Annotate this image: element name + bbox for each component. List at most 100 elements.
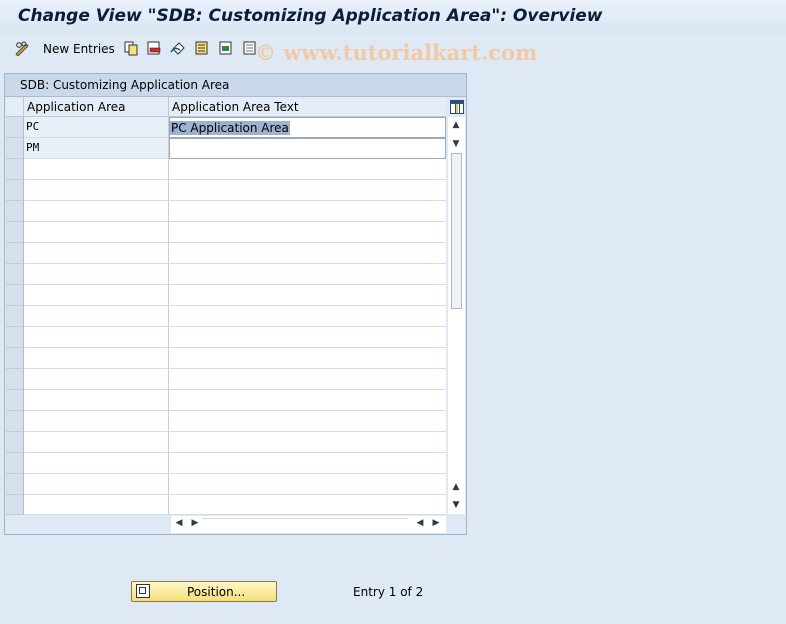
row-selector[interactable] xyxy=(6,117,24,138)
empty-cell xyxy=(24,306,169,327)
empty-cell xyxy=(24,474,169,495)
column-settings-icon[interactable] xyxy=(450,100,464,114)
empty-cell xyxy=(24,327,169,348)
empty-row xyxy=(6,327,446,348)
scrollbar-thumb[interactable] xyxy=(451,153,462,309)
empty-row xyxy=(6,495,446,515)
empty-cell xyxy=(24,369,169,390)
application-area-cell[interactable]: PC xyxy=(24,117,169,138)
row-selector[interactable] xyxy=(6,306,24,327)
title-bar: Change View "SDB: Customizing Applicatio… xyxy=(0,0,786,34)
empty-cell xyxy=(24,201,169,222)
row-selector[interactable] xyxy=(6,474,24,495)
application-area-cell[interactable]: PM xyxy=(24,138,169,159)
empty-row xyxy=(6,201,446,222)
row-selector[interactable] xyxy=(6,432,24,453)
empty-cell xyxy=(169,180,446,201)
empty-cell xyxy=(169,243,446,264)
row-selector[interactable] xyxy=(6,495,24,515)
empty-cell xyxy=(169,327,446,348)
empty-cell xyxy=(24,411,169,432)
horizontal-scrollbar[interactable]: ◀ ▶ ◀ ▶ xyxy=(171,516,446,533)
empty-cell xyxy=(169,306,446,327)
select-all-header[interactable] xyxy=(6,97,24,117)
page-title: Change View "SDB: Customizing Applicatio… xyxy=(18,6,603,26)
empty-cell xyxy=(24,432,169,453)
empty-cell xyxy=(169,432,446,453)
empty-row xyxy=(6,432,446,453)
empty-cell xyxy=(169,453,446,474)
empty-row xyxy=(6,243,446,264)
application-area-text-field[interactable] xyxy=(169,138,446,159)
empty-cell xyxy=(169,411,446,432)
row-selector[interactable] xyxy=(6,222,24,243)
cell-value: PC Application Area xyxy=(170,121,290,135)
empty-cell xyxy=(169,159,446,180)
row-selector[interactable] xyxy=(6,327,24,348)
empty-row xyxy=(6,390,446,411)
empty-row xyxy=(6,453,446,474)
empty-cell xyxy=(169,348,446,369)
row-selector[interactable] xyxy=(6,138,24,159)
scroll-down-icon[interactable]: ▼ xyxy=(450,139,462,149)
empty-cell xyxy=(169,222,446,243)
row-selector[interactable] xyxy=(6,411,24,432)
application-area-text-field[interactable]: PC Application Area xyxy=(169,117,446,138)
empty-cell xyxy=(169,285,446,306)
empty-cell xyxy=(169,264,446,285)
column-header-label: Application Area Text xyxy=(172,100,299,114)
row-selector[interactable] xyxy=(6,390,24,411)
empty-cell xyxy=(24,348,169,369)
position-icon xyxy=(136,584,150,598)
copy-icon[interactable] xyxy=(123,40,139,56)
empty-cell xyxy=(24,264,169,285)
row-selector[interactable] xyxy=(6,264,24,285)
table-control-panel: SDB: Customizing Application Area Applic… xyxy=(4,73,467,535)
empty-cell xyxy=(24,390,169,411)
position-button-label: Position... xyxy=(187,585,246,599)
empty-cell xyxy=(169,495,446,515)
empty-cell xyxy=(169,390,446,411)
empty-cell xyxy=(169,369,446,390)
pencil-glasses-icon[interactable] xyxy=(14,40,30,56)
empty-row xyxy=(6,306,446,327)
table-row[interactable]: PC PC Application Area xyxy=(6,117,446,138)
undo-icon[interactable] xyxy=(170,40,186,56)
select-all-icon[interactable] xyxy=(194,40,210,56)
row-selector[interactable] xyxy=(6,369,24,390)
new-entries-button[interactable]: New Entries xyxy=(43,42,115,56)
data-table: Application Area Application Area Text P… xyxy=(6,97,446,515)
row-selector[interactable] xyxy=(6,453,24,474)
scroll-left-icon[interactable]: ◀ xyxy=(173,518,185,528)
empty-cell xyxy=(169,201,446,222)
empty-cell xyxy=(24,243,169,264)
empty-row xyxy=(6,369,446,390)
empty-cell xyxy=(24,495,169,515)
empty-row xyxy=(6,348,446,369)
column-header-application-area-text[interactable]: Application Area Text xyxy=(169,97,446,117)
row-selector[interactable] xyxy=(6,348,24,369)
scrollbar-track[interactable] xyxy=(203,518,408,531)
row-selector[interactable] xyxy=(6,159,24,180)
row-selector[interactable] xyxy=(6,285,24,306)
empty-row xyxy=(6,222,446,243)
row-selector[interactable] xyxy=(6,180,24,201)
row-selector[interactable] xyxy=(6,201,24,222)
table-row[interactable]: PM xyxy=(6,138,446,159)
scroll-up-icon[interactable]: ▲ xyxy=(450,120,462,130)
vertical-scrollbar[interactable]: ▲ ▼ ▲ ▼ xyxy=(448,117,465,514)
page-up-icon[interactable]: ▲ xyxy=(450,482,462,492)
empty-row xyxy=(6,285,446,306)
select-block-icon[interactable] xyxy=(218,40,234,56)
row-selector[interactable] xyxy=(6,243,24,264)
empty-cell xyxy=(24,159,169,180)
scroll-right-end-icon[interactable]: ▶ xyxy=(430,518,442,528)
page-down-icon[interactable]: ▼ xyxy=(450,500,462,510)
empty-cell xyxy=(24,180,169,201)
delete-icon[interactable] xyxy=(146,40,162,56)
column-header-application-area[interactable]: Application Area xyxy=(24,97,169,117)
scroll-left-end-icon[interactable]: ◀ xyxy=(414,518,426,528)
empty-row xyxy=(6,180,446,201)
scroll-right-icon[interactable]: ▶ xyxy=(189,518,201,528)
position-button[interactable]: Position... xyxy=(131,581,277,602)
